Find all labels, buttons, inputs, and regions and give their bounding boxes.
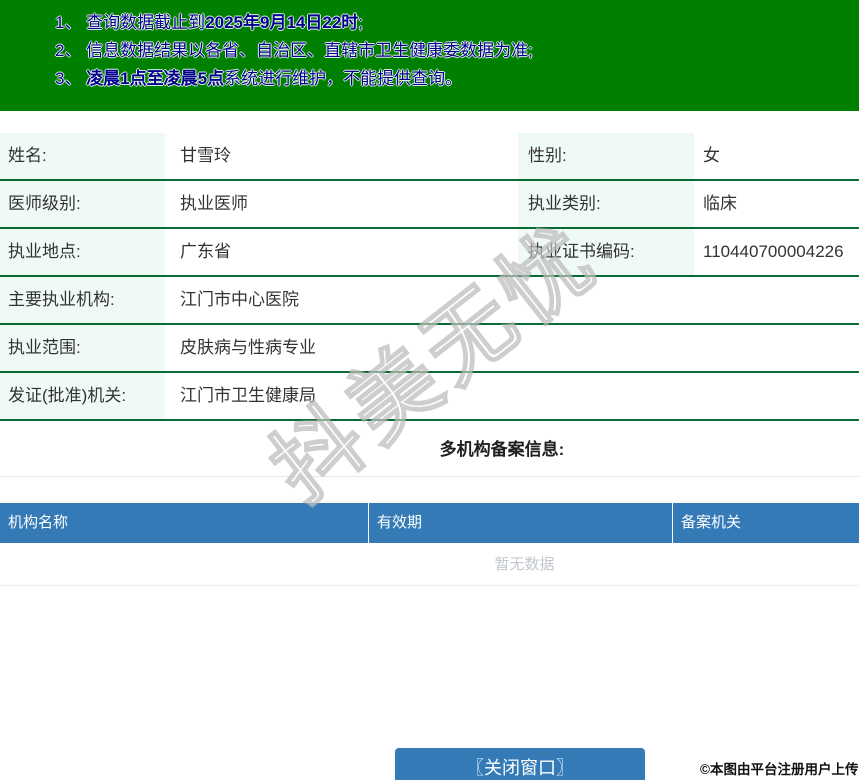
table-row: 主要执业机构: 江门市中心医院 [0,277,859,325]
field-label-practice-scope: 执业范围: [0,325,165,371]
field-label-practice-location: 执业地点: [0,229,165,275]
field-label-certificate-number: 执业证书编码: [518,229,694,275]
table-row: 发证(批准)机关: 江门市卫生健康局 [0,373,859,421]
notice-1-text: 1、 查询数据截止到 [55,13,206,32]
filing-table-header: 机构名称 有效期 备案机关 [0,503,859,543]
close-window-button[interactable]: 〖关闭窗口〗 [395,748,645,780]
filing-header-cell-institution-name: 机构名称 [0,503,368,543]
field-label-practice-category: 执业类别: [518,181,694,227]
notice-banner: 1、 查询数据截止到2025年9月14日22时; 2、 信息数据结果以各省、自治… [0,0,859,111]
empty-data-text: 暂无数据 [0,543,859,586]
table-row: 执业地点: 广东省 执业证书编码: 110440700004226 [0,229,859,277]
field-value-gender: 女 [703,146,720,165]
table-row: 姓名: 甘雪玲 性别: 女 [0,133,859,181]
notice-3-bold-text: 凌晨1点至凌晨5点 [86,69,225,88]
field-label-issuing-authority: 发证(批准)机关: [0,373,165,419]
filing-header-cell-filing-authority: 备案机关 [673,503,859,543]
field-label-main-institution: 主要执业机构: [0,277,165,323]
notice-line-3: 3、 凌晨1点至凌晨5点系统进行维护，不能提供查询。 [55,65,849,93]
field-value-practice-category: 临床 [703,194,737,213]
field-label-gender: 性别: [518,133,694,179]
table-row: 执业范围: 皮肤病与性病专业 [0,325,859,373]
filing-header-cell-validity-period: 有效期 [369,503,672,543]
notice-1-bold-text: 2025年9月14日22时 [205,13,359,32]
field-value-practice-scope: 皮肤病与性病专业 [180,338,316,357]
notice-1-suffix: ; [358,13,364,32]
notice-line-2: 2、 信息数据结果以各省、自治区、直辖市卫生健康委数据为准; [55,37,849,65]
field-label-doctor-level: 医师级别: [0,181,165,227]
field-value-name: 甘雪玲 [180,146,231,165]
field-value-issuing-authority: 江门市卫生健康局 [180,386,316,405]
notice-2-text: 2、 信息数据结果以各省、自治区、直辖市卫生健康委数据为准; [55,41,533,60]
field-value-main-institution: 江门市中心医院 [180,290,299,309]
notice-3-suffix: 系统进行维护，不能提供查询。 [224,69,463,88]
notice-line-1: 1、 查询数据截止到2025年9月14日22时; [55,9,849,37]
practitioner-info-table: 姓名: 甘雪玲 性别: 女 医师级别: 执业医师 执业类别: 临床 执业地点: … [0,133,859,421]
field-value-practice-location: 广东省 [180,242,231,261]
field-value-doctor-level: 执业医师 [180,194,248,213]
field-label-name: 姓名: [0,133,165,179]
copyright-watermark: ©本图由平台注册用户上传 [700,762,859,777]
filing-section-title: 多机构备案信息: [0,423,859,477]
table-row: 医师级别: 执业医师 执业类别: 临床 [0,181,859,229]
notice-3-text: 3、 [55,69,87,88]
field-value-certificate-number: 110440700004226 [703,242,844,261]
